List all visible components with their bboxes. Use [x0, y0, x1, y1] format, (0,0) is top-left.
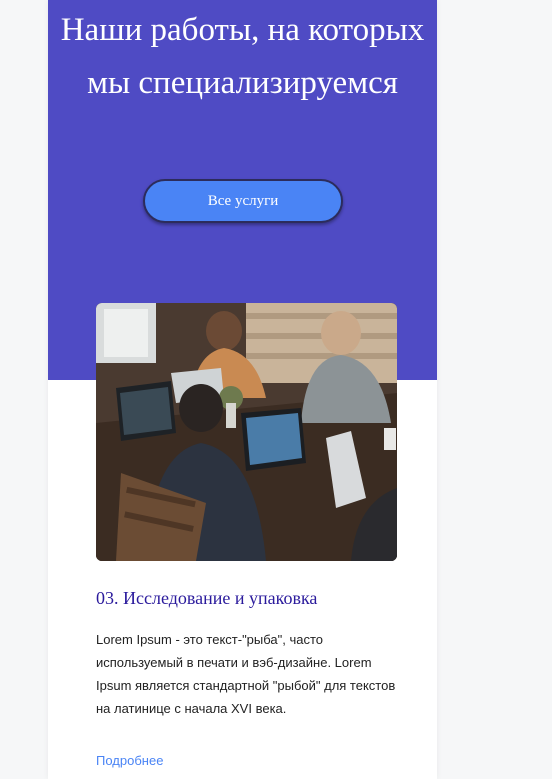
page: Наши работы, на которых мы специализируе… [0, 0, 552, 779]
all-services-button[interactable]: Все услуги [143, 179, 343, 223]
item-description: Lorem Ipsum - это текст-"рыба", часто ис… [96, 632, 396, 716]
item-title: 03. Исследование и упаковка [96, 588, 318, 608]
more-link[interactable]: Подробнее [96, 751, 163, 771]
hero-title: Наши работы, на которых мы специализируе… [60, 12, 425, 101]
team-photo [96, 303, 397, 561]
content-column: Наши работы, на которых мы специализируе… [48, 0, 437, 779]
